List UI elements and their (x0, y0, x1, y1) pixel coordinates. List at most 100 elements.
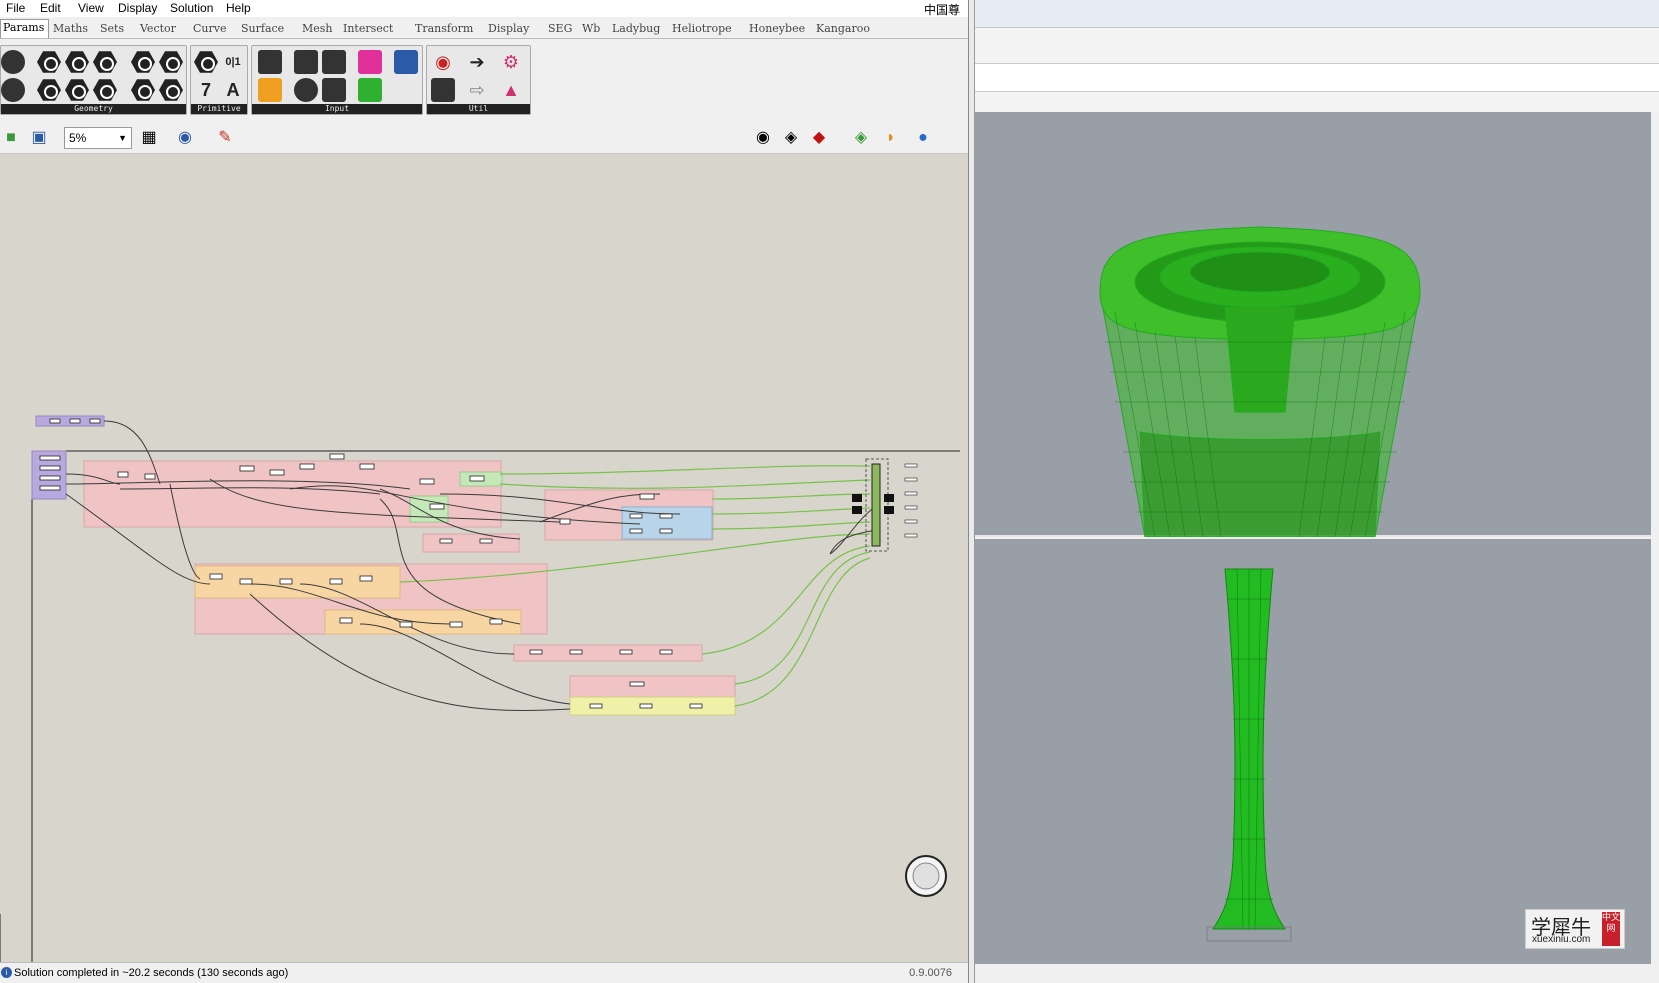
component-node[interactable] (689, 703, 703, 709)
output-param[interactable] (904, 505, 918, 510)
mesh-param-icon[interactable] (159, 51, 183, 73)
component-node[interactable] (479, 538, 493, 544)
component-node[interactable] (144, 473, 156, 480)
component-node[interactable] (39, 465, 61, 471)
arrow-right-icon[interactable]: ➔ (465, 50, 489, 74)
tab-transform[interactable]: Transform (415, 22, 473, 35)
output-param[interactable] (904, 533, 918, 538)
component-node[interactable] (399, 621, 413, 628)
component-node[interactable] (359, 575, 373, 582)
component-node[interactable] (339, 617, 353, 624)
tab-sets[interactable]: Sets (100, 22, 124, 35)
tab-wb[interactable]: Wb (582, 22, 600, 35)
group-pink-6[interactable] (422, 533, 520, 553)
component-node[interactable] (589, 703, 603, 709)
tab-vector[interactable]: Vector (140, 22, 176, 35)
import-icon[interactable] (258, 50, 282, 74)
gradient-icon[interactable] (358, 50, 382, 74)
output-cluster[interactable] (871, 463, 881, 547)
component-node[interactable] (659, 649, 673, 655)
boolean-toggle-icon[interactable] (294, 50, 318, 74)
tree-icon[interactable] (431, 78, 455, 102)
menu-file[interactable]: File (6, 1, 25, 15)
component-node[interactable] (239, 578, 253, 585)
component-node[interactable] (619, 649, 633, 655)
boolean-param-icon[interactable] (194, 51, 218, 73)
control-knob-icon[interactable] (394, 50, 418, 74)
arc-param-icon[interactable] (1, 78, 25, 102)
component-node[interactable] (629, 528, 643, 534)
output-param[interactable] (904, 491, 918, 496)
menu-help[interactable]: Help (226, 1, 251, 15)
tab-params[interactable]: Params (0, 19, 50, 38)
save-file-icon[interactable]: ▣ (28, 128, 50, 148)
component-node[interactable] (629, 681, 645, 687)
output-param[interactable] (904, 519, 918, 524)
tab-ladybug[interactable]: Ladybug (612, 22, 660, 35)
number-param-icon[interactable]: 7 (194, 78, 218, 102)
preview-mesh-icon[interactable]: ◈ (850, 128, 872, 148)
brep-param-icon[interactable] (131, 51, 155, 73)
component-node[interactable] (429, 503, 445, 510)
output-node[interactable] (884, 494, 894, 502)
preview-colour-icon[interactable]: ◑ (878, 128, 900, 148)
menu-solution[interactable]: Solution (170, 1, 213, 15)
component-node[interactable] (69, 418, 81, 424)
gears-icon[interactable]: ⚙ (499, 50, 523, 74)
tab-honeybee[interactable]: Honeybee (749, 22, 805, 35)
component-node[interactable] (439, 538, 453, 544)
field-param-icon[interactable] (159, 79, 183, 101)
point-param-icon[interactable] (93, 79, 117, 101)
component-node[interactable] (39, 475, 61, 481)
component-node[interactable] (89, 418, 101, 424)
component-node[interactable] (489, 618, 503, 625)
button-icon[interactable] (322, 50, 346, 74)
component-node[interactable] (659, 528, 673, 534)
component-node[interactable] (209, 573, 223, 580)
component-node[interactable] (269, 469, 285, 476)
window-splitter[interactable] (968, 0, 975, 983)
output-node[interactable] (852, 506, 862, 514)
integer-param-icon[interactable]: 0|1 (221, 50, 245, 74)
arrow-outline-icon[interactable]: ⇨ (465, 78, 489, 102)
tab-curve[interactable]: Curve (193, 22, 226, 35)
component-node[interactable] (629, 513, 643, 519)
viewport-front[interactable]: 学犀牛 xuexiniu.com 中文网 (975, 539, 1651, 964)
navigation-compass[interactable] (905, 855, 947, 897)
component-node[interactable] (449, 621, 463, 628)
component-node[interactable] (639, 703, 653, 709)
plane-param-icon[interactable] (65, 79, 89, 101)
flask-icon[interactable]: ▲ (499, 78, 523, 102)
component-node[interactable] (639, 493, 655, 500)
display-sphere-icon[interactable]: ● (912, 128, 934, 148)
group-orange-1[interactable] (194, 565, 401, 599)
circle-param-icon[interactable] (37, 51, 61, 73)
zoom-dropdown[interactable]: 5% ▼ (64, 127, 132, 149)
output-param[interactable] (904, 477, 918, 482)
text-param-icon[interactable]: A (221, 78, 245, 102)
viewport-perspective[interactable] (975, 112, 1651, 538)
sketch-pen-icon[interactable]: ✎ (214, 128, 236, 148)
component-node[interactable] (299, 463, 315, 470)
component-node[interactable] (39, 485, 61, 491)
value-list-icon[interactable] (322, 78, 346, 102)
component-node[interactable] (419, 478, 435, 485)
component-node[interactable] (279, 578, 293, 585)
zoom-extents-icon[interactable]: ▦ (138, 128, 160, 148)
tab-surface[interactable]: Surface (241, 22, 284, 35)
menu-edit[interactable]: Edit (40, 1, 61, 15)
preview-eye-icon[interactable]: ◉ (174, 128, 196, 148)
component-node[interactable] (569, 649, 583, 655)
grasshopper-canvas[interactable] (0, 154, 968, 962)
tab-heliotrope[interactable]: Heliotrope (672, 22, 732, 35)
output-node[interactable] (852, 494, 862, 502)
tab-display[interactable]: Display (488, 22, 529, 35)
component-node[interactable] (359, 463, 375, 470)
menu-view[interactable]: View (78, 1, 104, 15)
rhino-command-line[interactable] (975, 64, 1659, 92)
preview-selected-icon[interactable]: ◆ (808, 128, 830, 148)
graph-mapper-icon[interactable] (258, 78, 282, 102)
tab-seg[interactable]: SEG (548, 22, 572, 35)
group-pink-5[interactable] (569, 675, 736, 699)
tab-maths[interactable]: Maths (53, 22, 88, 35)
